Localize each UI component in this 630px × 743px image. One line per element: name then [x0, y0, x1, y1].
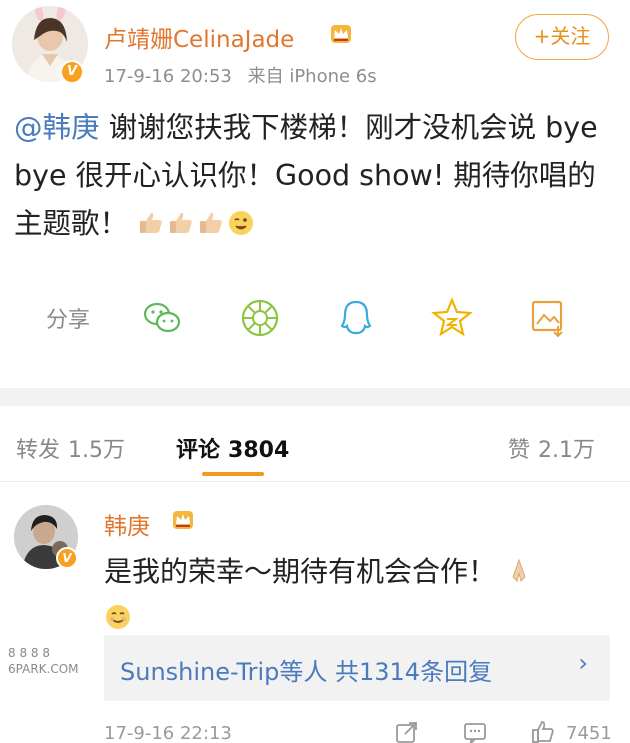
tab-comments[interactable]: 评论 3804 — [176, 432, 289, 464]
section-divider — [0, 388, 630, 406]
wechat-icon[interactable] — [140, 296, 184, 340]
chevron-right-icon: › — [578, 649, 588, 677]
thumbs-up-icon — [140, 212, 162, 233]
interaction-tabs: 转发 1.5万 评论 3804 赞 2.1万 — [0, 406, 630, 482]
comment-icon[interactable] — [462, 719, 488, 743]
follow-button[interactable]: +关注 — [515, 14, 609, 60]
post-text: 谢谢您扶我下楼梯！刚才没机会说 bye bye 很开心认识你！Good show… — [14, 111, 598, 240]
like-icon[interactable] — [530, 719, 556, 743]
qq-icon[interactable] — [334, 296, 378, 340]
pray-hands-icon — [512, 558, 526, 582]
post-content: @韩庚 谢谢您扶我下楼梯！刚才没机会说 bye bye 很开心认识你！Good … — [14, 104, 618, 248]
thumbs-up-icon — [200, 212, 222, 233]
share-bar: 分享 — [0, 290, 630, 346]
comment-item: V 韩庚 是我的荣幸～期待有机会合作！ 8 8 8 8 6PARK.COM Su… — [0, 483, 630, 743]
commenter-name[interactable]: 韩庚 — [104, 507, 150, 541]
comment-body: 是我的荣幸～期待有机会合作！ — [104, 555, 497, 588]
qzone-icon[interactable] — [430, 296, 474, 340]
mention-link[interactable]: @韩庚 — [14, 111, 100, 144]
moments-icon[interactable] — [238, 296, 282, 340]
share-label: 分享 — [46, 308, 91, 333]
post-time: 17-9-16 20:53 — [104, 66, 232, 87]
tab-likes[interactable]: 赞 2.1万 — [508, 432, 595, 464]
comment-like-count: 7451 — [566, 723, 612, 743]
save-image-icon[interactable] — [526, 296, 570, 340]
repost-icon[interactable] — [394, 719, 420, 743]
crown-icon — [173, 511, 193, 529]
verified-badge-icon: V — [56, 547, 78, 569]
crown-icon — [331, 25, 351, 43]
thumbs-up-icon — [170, 212, 192, 233]
replies-summary[interactable]: Sunshine-Trip等人 共1314条回复 › — [104, 635, 610, 701]
site-watermark: 8 8 8 8 6PARK.COM — [8, 646, 79, 676]
comment-text: 是我的荣幸～期待有机会合作！ — [104, 549, 614, 641]
active-tab-indicator — [202, 472, 264, 476]
post-source[interactable]: 来自 iPhone 6s — [248, 66, 377, 87]
weibo-post: V 卢靖姗CelinaJade 17-9-16 20:53 来自 iPhone … — [0, 0, 630, 388]
verified-badge-icon: V — [60, 60, 84, 84]
post-meta: 17-9-16 20:53 来自 iPhone 6s — [104, 62, 387, 88]
tab-repost[interactable]: 转发 1.5万 — [16, 432, 125, 464]
wink-face-icon — [229, 211, 254, 235]
author-name[interactable]: 卢靖姗CelinaJade — [104, 20, 294, 54]
smile-face-icon — [106, 605, 130, 629]
comment-time: 17-9-16 22:13 — [104, 723, 232, 743]
replies-link[interactable]: Sunshine-Trip等人 共1314条回复 — [120, 652, 492, 687]
